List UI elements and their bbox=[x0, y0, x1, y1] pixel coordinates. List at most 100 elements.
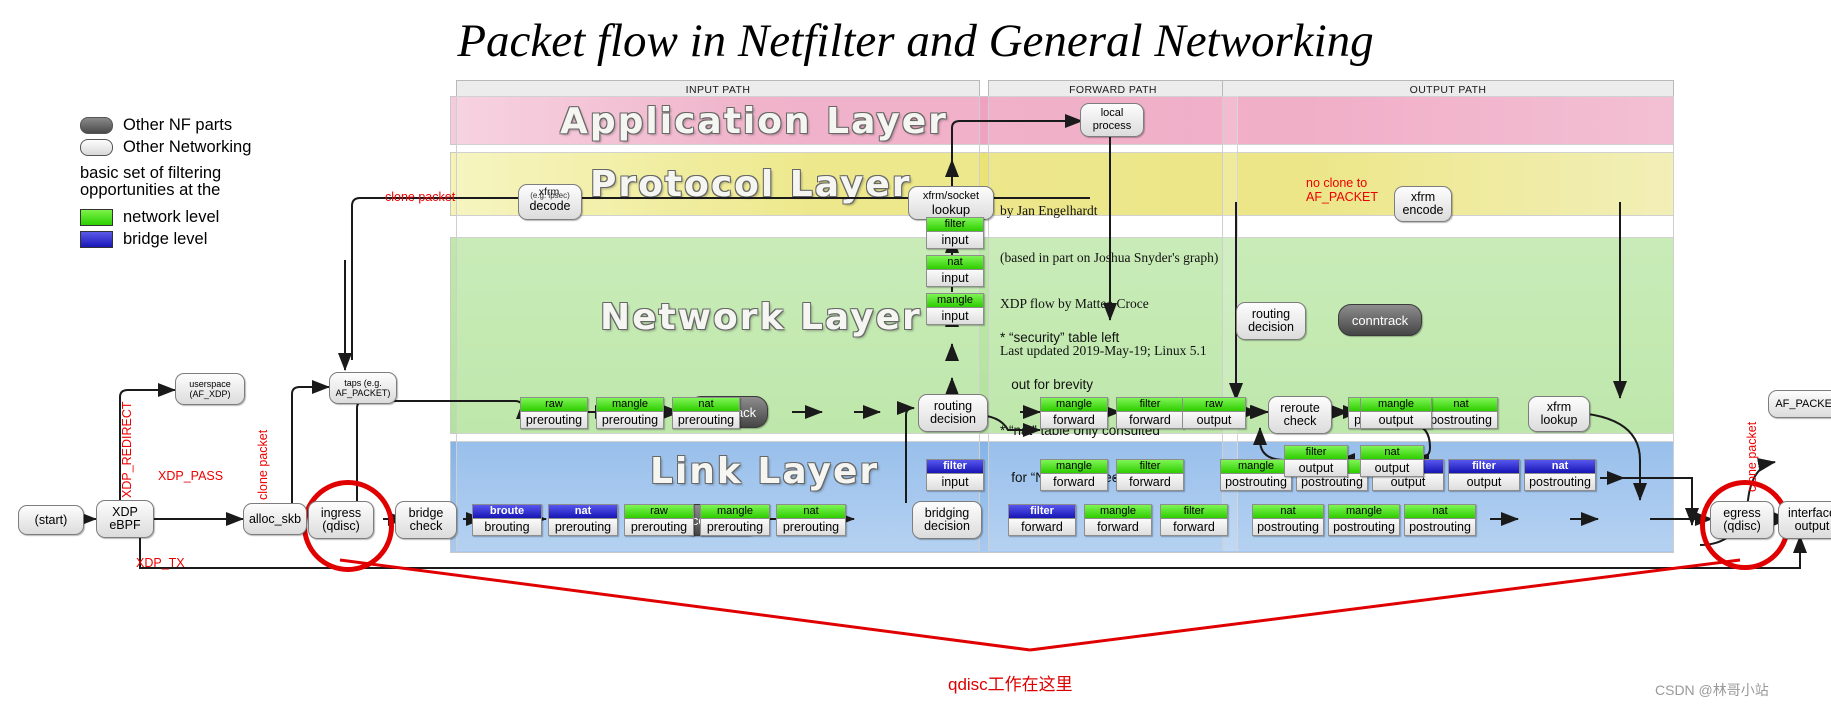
chain-node-nat-prerouting[interactable]: nat prerouting bbox=[548, 504, 618, 536]
node-af-packet[interactable]: AF_PACKET bbox=[1768, 390, 1831, 418]
chain-node-chain: output bbox=[1361, 460, 1423, 476]
chain-node-raw-prerouting[interactable]: raw prerouting bbox=[624, 504, 694, 536]
node-xdp-ebpf[interactable]: XDP eBPF bbox=[96, 500, 154, 538]
chain-node-raw-prerouting[interactable]: raw prerouting bbox=[520, 397, 588, 429]
node-ingress-qdisc[interactable]: ingress (qdisc) bbox=[308, 501, 374, 539]
node-interface-output[interactable]: interface output bbox=[1778, 501, 1831, 539]
chain-node-table: mangle bbox=[1361, 398, 1431, 412]
chain-node-table: filter bbox=[1285, 446, 1347, 460]
legend-note-line1: basic set of filtering bbox=[80, 163, 222, 182]
chain-node-chain: prerouting bbox=[521, 412, 587, 428]
chain-node-mangle-forward[interactable]: mangle forward bbox=[1040, 397, 1108, 429]
chain-node-table: filter bbox=[1117, 398, 1183, 412]
chain-node-nat-output[interactable]: natoutput bbox=[1360, 445, 1424, 477]
chain-node-table: mangle bbox=[597, 398, 663, 412]
node-conntrack-output[interactable]: conntrack bbox=[1338, 304, 1422, 336]
chain-node-table: mangle bbox=[701, 505, 769, 519]
chain-node-mangle-input[interactable]: mangle input bbox=[926, 293, 984, 325]
node-bridge-check[interactable]: bridge check bbox=[395, 501, 457, 539]
bottom-annotation: qdisc工作在这里 bbox=[948, 675, 1073, 694]
chain-node-mangle-postrouting[interactable]: manglepostrouting bbox=[1220, 459, 1292, 491]
node-routing-decision-output[interactable]: routing decision bbox=[1236, 302, 1306, 340]
chain-node-chain: forward bbox=[1009, 519, 1075, 535]
chain-node-chain: forward bbox=[1161, 519, 1227, 535]
node-egress-qdisc[interactable]: egress (qdisc) bbox=[1710, 501, 1774, 539]
legend-label: network level bbox=[123, 207, 220, 226]
chain-node-table: nat bbox=[1405, 505, 1475, 519]
node-label: check bbox=[409, 519, 443, 533]
chain-node-broute-brouting[interactable]: broute brouting bbox=[472, 504, 542, 536]
chain-node-filter-input[interactable]: filter input bbox=[926, 217, 984, 249]
chain-node-chain: input bbox=[927, 308, 983, 324]
chain-node-mangle-prerouting[interactable]: mangle prerouting bbox=[596, 397, 664, 429]
chain-node-table: filter bbox=[1117, 460, 1183, 474]
node-label: alloc_skb bbox=[248, 511, 302, 526]
chain-node-filter-input[interactable]: filter input bbox=[926, 459, 984, 491]
chain-node-mangle-output[interactable]: mangle output bbox=[1360, 397, 1432, 429]
node-local-process[interactable]: local process bbox=[1080, 103, 1144, 137]
watermark: CSDN @林哥小站 bbox=[1655, 682, 1769, 698]
chain-node-nat-prerouting[interactable]: nat prerouting bbox=[776, 504, 846, 536]
node-start[interactable]: (start) bbox=[18, 505, 84, 535]
legend-label: bridge level bbox=[123, 229, 208, 248]
chain-node-filter-output[interactable]: filter output bbox=[1284, 445, 1348, 477]
pill-dark-swatch-icon bbox=[80, 116, 113, 134]
node-label: userspace bbox=[189, 379, 231, 389]
chain-node-filter-forward[interactable]: filter forward bbox=[1160, 504, 1228, 536]
node-xfrm-lookup[interactable]: xfrm lookup bbox=[1528, 396, 1590, 432]
chain-node-chain: forward bbox=[1041, 412, 1107, 428]
chain-node-table: nat bbox=[777, 505, 845, 519]
node-routing-decision-input[interactable]: routing decision bbox=[918, 394, 988, 432]
label-no-clone-af-packet: AF_PACKET bbox=[1306, 190, 1379, 204]
node-reroute-check[interactable]: reroute check bbox=[1268, 396, 1332, 434]
node-xfrm-socket-lookup[interactable]: xfrm/socket lookup bbox=[908, 186, 994, 220]
node-userspace-af-xdp[interactable]: userspace (AF_XDP) bbox=[175, 373, 245, 405]
chain-node-nat-input[interactable]: nat input bbox=[926, 255, 984, 287]
chain-node-table: mangle bbox=[1085, 505, 1151, 519]
legend-note: basic set of filtering opportunities at … bbox=[80, 165, 310, 199]
legend: Other NF parts Other Networking basic se… bbox=[80, 116, 310, 252]
chain-node-mangle-forward[interactable]: mangle forward bbox=[1040, 459, 1108, 491]
chain-node-mangle-postrouting[interactable]: manglepostrouting bbox=[1328, 504, 1400, 536]
node-bridging-decision[interactable]: bridging decision bbox=[912, 501, 982, 539]
chain-node-table: nat bbox=[1253, 505, 1323, 519]
chain-node-table: nat bbox=[549, 505, 617, 519]
bridge-level-swatch-icon bbox=[80, 230, 113, 248]
node-taps-af-packet[interactable]: taps (e.g. AF_PACKET) bbox=[329, 372, 397, 404]
chain-node-filter-forward[interactable]: filter forward bbox=[1116, 397, 1184, 429]
chain-node-filter-forward[interactable]: filter forward bbox=[1116, 459, 1184, 491]
chain-node-chain: postrouting bbox=[1425, 412, 1497, 428]
chain-node-table: nat bbox=[1425, 398, 1497, 412]
chain-node-nat-prerouting[interactable]: nat prerouting bbox=[672, 397, 740, 429]
legend-item-bridge-level: bridge level bbox=[80, 230, 310, 249]
chain-node-filter-output[interactable]: filter output bbox=[1448, 459, 1520, 491]
chain-node-filter-forward[interactable]: filter forward bbox=[1008, 504, 1076, 536]
note-security-2: out for brevity bbox=[1000, 376, 1094, 392]
node-label: (qdisc) bbox=[322, 519, 360, 533]
label-xdp-redirect: XDP_REDIRECT bbox=[120, 401, 134, 498]
chain-node-nat-postrouting[interactable]: natpostrouting bbox=[1404, 504, 1476, 536]
node-label: local bbox=[1100, 107, 1124, 119]
chain-node-mangle-prerouting[interactable]: mangle prerouting bbox=[700, 504, 770, 536]
chain-node-table: nat bbox=[1361, 446, 1423, 460]
chain-node-nat-postrouting[interactable]: natpostrouting bbox=[1524, 459, 1596, 491]
chain-node-chain: brouting bbox=[473, 519, 541, 535]
chain-node-raw-output[interactable]: raw output bbox=[1182, 397, 1246, 429]
chain-node-chain: postrouting bbox=[1525, 474, 1595, 490]
chain-node-nat-postrouting[interactable]: natpostrouting bbox=[1424, 397, 1498, 429]
chain-node-chain: forward bbox=[1041, 474, 1107, 490]
chain-node-chain: prerouting bbox=[549, 519, 617, 535]
legend-label: Other NF parts bbox=[123, 116, 233, 134]
credit-line-2: (based in part on Joshua Snyder's graph) bbox=[1000, 249, 1219, 265]
label-clone-packet-right: clone packet bbox=[1745, 421, 1759, 492]
chain-node-chain: input bbox=[927, 270, 983, 286]
group-frame-input bbox=[456, 96, 980, 551]
node-label: decision bbox=[1248, 320, 1294, 334]
legend-item-other-networking: Other Networking bbox=[80, 138, 310, 157]
chain-node-mangle-forward[interactable]: mangle forward bbox=[1084, 504, 1152, 536]
chain-node-nat-postrouting[interactable]: natpostrouting bbox=[1252, 504, 1324, 536]
chain-node-chain: output bbox=[1361, 412, 1431, 428]
node-xfrm-encode[interactable]: xfrm encode bbox=[1394, 186, 1452, 222]
node-label: decision bbox=[930, 412, 976, 426]
node-alloc-skb[interactable]: alloc_skb bbox=[243, 503, 307, 535]
